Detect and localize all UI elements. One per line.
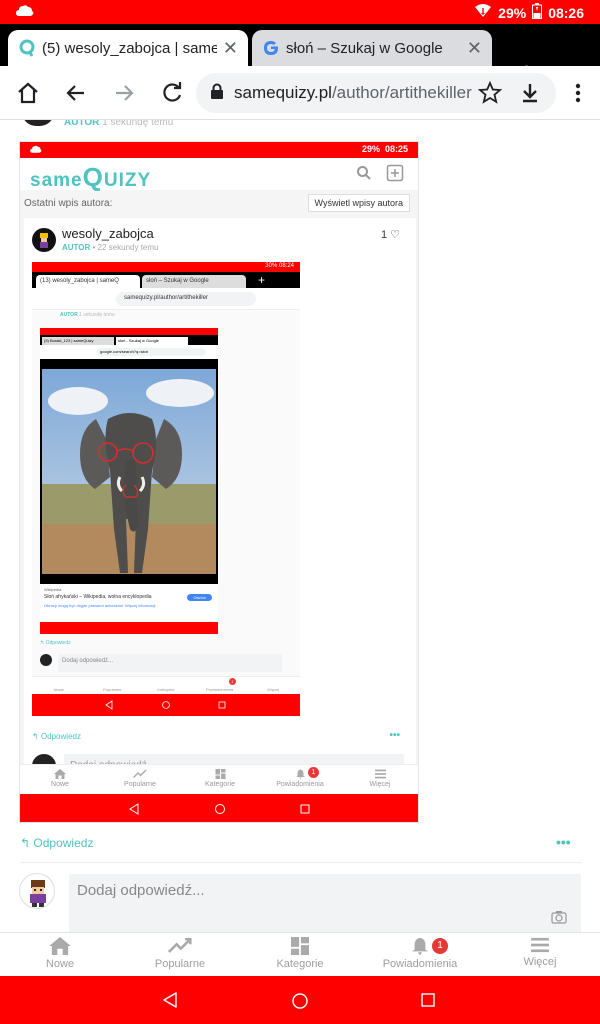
nav-item-powiadomienia[interactable]: Powiadomienia 1	[360, 933, 480, 976]
nested-screenshot: 30% 08:24 (13) wesoly_zabojca | sameQ sł…	[32, 262, 300, 716]
browser-toolbar: samequizy.pl/author/artithekiller	[0, 66, 600, 120]
embedded-time: 08:25	[384, 144, 408, 154]
system-nav-bar	[0, 976, 600, 1024]
inner-tab-1: (5) Buraki_123 | sameQuizy	[42, 337, 114, 345]
samequizy-logo: sameQUIZY	[30, 162, 152, 192]
inner-tab-2: słoń - Szukaj w Google	[116, 337, 188, 345]
author-meta: AUTOR • 22 sekundy temu	[62, 243, 159, 252]
nav-item-nowe[interactable]: Nowe	[0, 933, 120, 976]
tab-samequizy[interactable]: (5) wesoly_zabojca | sameQuizy ✕	[8, 30, 248, 66]
embedded-section-bar: Ostatni wpis autora: Wyświetl wpisy auto…	[20, 190, 418, 216]
embedded-more-dots: •••	[389, 730, 400, 741]
embedded-bottom-nav: Nowe Popularne Kategorie Powiadomienia 1…	[20, 764, 418, 794]
innermost-screenshot: (5) Buraki_123 | sameQuizy słoń - Szukaj…	[40, 328, 218, 634]
nested-tab-2: słoń – Szukaj w Google	[142, 275, 246, 288]
nested-bottom-nav: Nowe Popularne Kategorie Powiadomienia 1…	[32, 676, 300, 694]
nav-home-icon[interactable]	[291, 992, 309, 1015]
nested-comment-box: Dodaj odpowiedź...	[58, 654, 282, 672]
url-path: /author/artithekiller	[331, 83, 472, 102]
nav-back-icon[interactable]	[162, 992, 178, 1013]
elephant-photo	[40, 359, 218, 584]
lock-icon	[210, 83, 224, 104]
more-menu-icon[interactable]	[564, 79, 592, 107]
trending-icon	[167, 937, 192, 958]
partial-author-label: AUTOR 1 sekundę temu	[64, 120, 174, 128]
nav-item-wiecej[interactable]: Więcej	[480, 933, 600, 976]
reply-icon: ↰	[20, 836, 31, 850]
google-favicon-icon	[262, 39, 280, 57]
forward-icon[interactable]	[110, 79, 138, 107]
samequizy-favicon-icon	[18, 39, 36, 57]
home-icon[interactable]	[14, 79, 42, 107]
status-app-icon	[16, 4, 34, 23]
comment-input[interactable]: Dodaj odpowiedź...	[69, 874, 581, 932]
nested-reply: ↰ Odpowiedz	[40, 640, 71, 646]
nested-avatar	[40, 654, 52, 666]
comment-placeholder: Dodaj odpowiedź...	[77, 882, 205, 899]
author-name: wesoly_zabojca	[62, 226, 154, 241]
search-icon	[356, 165, 372, 186]
status-bar: 29% 08:26	[0, 0, 600, 24]
user-avatar	[19, 873, 55, 909]
embedded-header: sameQUIZY	[20, 158, 418, 192]
camera-icon[interactable]	[551, 910, 567, 928]
nav-item-kategorie[interactable]: Kategorie	[240, 933, 360, 976]
search-result-card: Wikipedia Słoń afrykański – Wikipedia, w…	[40, 584, 218, 622]
see-posts-button: Wyświetl wpisy autora	[307, 194, 410, 212]
reload-icon[interactable]	[158, 79, 186, 107]
inner-url: google.com/search?q=słoń	[96, 348, 206, 356]
nested-tab-1: (13) wesoly_zabojca | sameQ	[36, 275, 140, 288]
nav-recents-icon[interactable]	[421, 993, 435, 1012]
tab-title: słoń – Szukaj w Google	[286, 39, 443, 57]
more-options-dots[interactable]: •••	[556, 834, 571, 850]
divider	[20, 862, 582, 863]
reply-link[interactable]: ↰ Odpowiedz	[20, 836, 93, 850]
close-tab-icon[interactable]: ✕	[467, 38, 482, 59]
embedded-battery: 29%	[361, 144, 380, 154]
bottom-nav: Nowe Popularne Kategorie Powiadomienia 1…	[0, 932, 600, 976]
page-content: AUTOR 1 sekundę temu 29% 08:25 sameQUIZY…	[0, 120, 600, 932]
nested-tab-strip: (13) wesoly_zabojca | sameQ słoń – Szuka…	[32, 272, 300, 288]
section-label: Ostatni wpis autora:	[24, 198, 113, 209]
embedded-system-nav	[20, 794, 418, 822]
battery-icon	[532, 3, 543, 22]
like-count: 1 ♡	[380, 229, 400, 241]
nested-url: samequizy.pl/author/artithekiller	[116, 292, 256, 306]
nav-item-popularne[interactable]: Popularne	[120, 933, 240, 976]
bell-icon	[411, 937, 429, 958]
partial-avatar	[22, 120, 54, 126]
battery-percent: 29%	[498, 4, 527, 21]
home-icon	[49, 937, 71, 958]
embedded-post-card: wesoly_zabojca AUTOR • 22 sekundy temu 1…	[24, 218, 416, 818]
nested-partial-label: AUTOR 1 sekundę temu	[60, 312, 115, 318]
wifi-icon	[474, 4, 492, 21]
download-icon[interactable]	[516, 79, 544, 107]
nested-status-bar: 30% 08:24	[32, 262, 300, 272]
embedded-reply-link: ↰ Odpowiedz	[32, 732, 81, 741]
back-icon[interactable]	[62, 79, 90, 107]
tab-google[interactable]: słoń – Szukaj w Google ✕	[252, 30, 492, 66]
tab-title: (5) wesoly_zabojca | sameQuizy	[42, 39, 217, 57]
tab-strip: (5) wesoly_zabojca | sameQuizy ✕ słoń – …	[0, 24, 600, 87]
grid-icon	[291, 937, 309, 958]
close-tab-icon[interactable]: ✕	[223, 38, 238, 59]
nested-toolbar: samequizy.pl/author/artithekiller	[32, 288, 300, 310]
url-host: samequizy.pl	[234, 83, 332, 102]
add-icon	[386, 164, 404, 187]
nested-system-nav	[32, 694, 300, 716]
clock: 08:26	[548, 4, 584, 21]
bookmark-star-icon[interactable]	[476, 79, 504, 107]
embedded-status-bar: 29% 08:25	[20, 142, 418, 158]
post-image[interactable]: 29% 08:25 sameQUIZY Ostatni wpis autora:…	[19, 141, 419, 823]
menu-icon	[531, 937, 549, 956]
author-avatar	[32, 228, 56, 252]
notification-badge: 1	[432, 938, 448, 954]
